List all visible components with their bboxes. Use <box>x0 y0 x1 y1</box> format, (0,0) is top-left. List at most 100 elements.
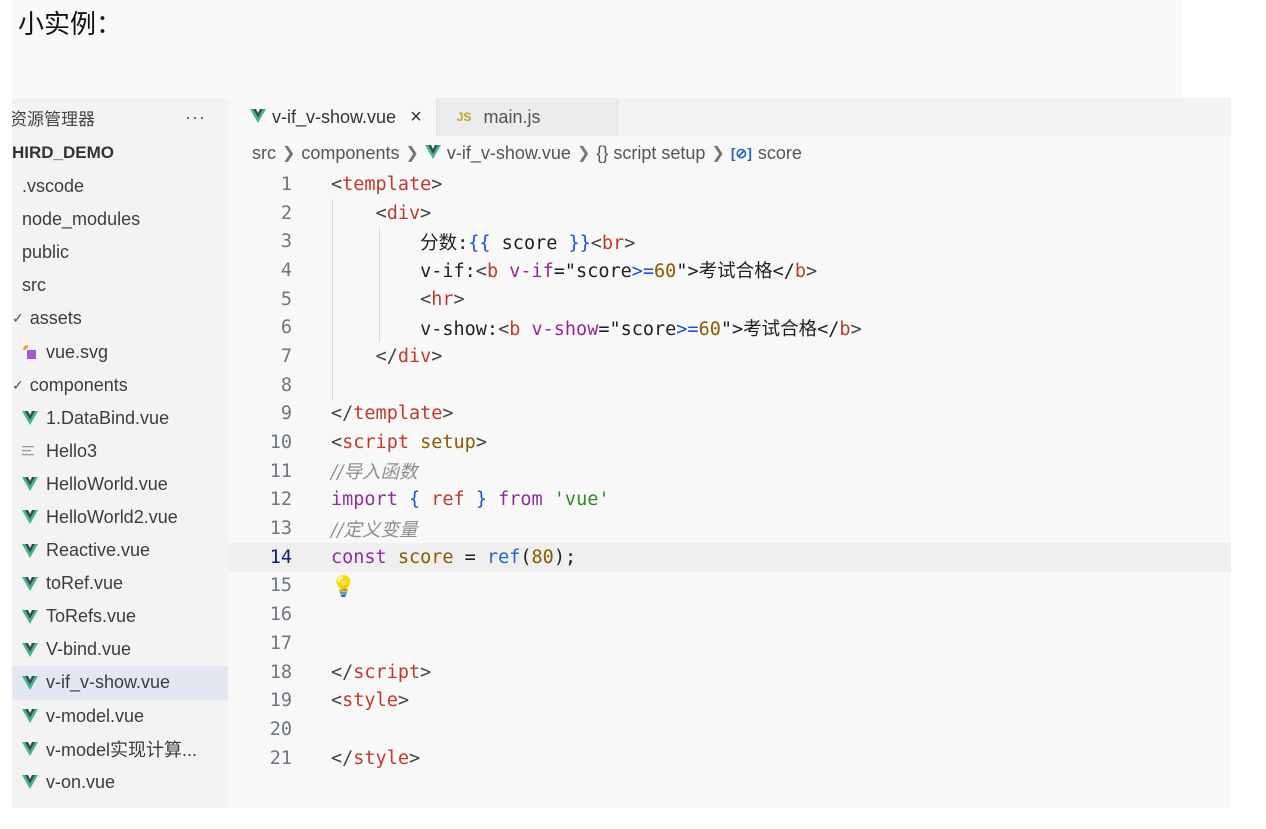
code-line[interactable]: 2 <div> <box>228 199 1231 228</box>
code-token: </ <box>375 345 398 367</box>
breadcrumb-components[interactable]: components <box>301 143 399 164</box>
code-token: > <box>475 432 487 454</box>
vue-file-icon <box>22 510 44 525</box>
tree-item-torefs-vue[interactable]: ToRefs.vue <box>12 600 228 633</box>
code-editor[interactable]: 1 <template> 2 <div> 3 分数:{{ score }}<br> 4 … <box>228 170 1231 772</box>
tree-item-hello3[interactable]: Hello3 <box>12 435 228 468</box>
code-line[interactable]: 3 分数:{{ score }}<br> <box>228 227 1231 256</box>
tree-item-v-on-vue[interactable]: v-on.vue <box>12 766 228 799</box>
code-line[interactable]: 14 const score = ref(80); <box>228 542 1231 572</box>
code-line[interactable]: 18 </script> <box>228 658 1231 687</box>
tree-item-label: Hello3 <box>46 440 98 461</box>
tree-item-v-bind-vue[interactable]: V-bind.vue <box>12 633 228 666</box>
code-token: < <box>420 288 432 310</box>
close-tab-icon[interactable]: × <box>410 106 422 129</box>
code-line[interactable]: 19 <style> <box>228 686 1231 715</box>
code-line[interactable]: 9 </template> <box>228 400 1231 429</box>
code-token: b <box>794 261 807 283</box>
code-line[interactable]: 12 import { ref } from 'vue' <box>228 486 1231 515</box>
tree-item-label: v-model实现计算... <box>46 740 198 761</box>
tree-item-vue-svg[interactable]: vue.svg <box>12 335 228 368</box>
code-text: <script setup> <box>331 432 487 453</box>
code-line[interactable]: 6 v-show:<b v-show="score>=60">考试合格</b> <box>228 313 1231 342</box>
code-line[interactable]: 5 <hr> <box>228 285 1231 314</box>
tree-item-v-if-v-show-vue[interactable]: v-if_v-show.vue <box>12 666 228 700</box>
code-token: ="score <box>553 261 632 283</box>
code-token: v-show <box>531 318 599 340</box>
tree-item-label: .vscode <box>22 176 85 197</box>
tree-item-node-modules[interactable]: node_modules <box>12 203 228 236</box>
tree-item-label: node_modules <box>22 209 141 230</box>
code-token: 60 <box>654 261 677 283</box>
code-token: < <box>375 202 387 224</box>
code-token: script <box>342 432 409 454</box>
tree-item-helloworld-vue[interactable]: HelloWorld.vue <box>12 468 228 501</box>
code-token: ( <box>520 546 532 568</box>
explorer-header: 资源管理器 ··· <box>12 98 228 136</box>
code-line[interactable]: 8 <box>228 371 1231 400</box>
code-text: const score = ref(80); <box>331 547 576 568</box>
line-number: 12 <box>269 489 292 511</box>
breadcrumb-src[interactable]: src <box>252 143 276 164</box>
vue-file-icon <box>22 609 44 624</box>
breadcrumb-symbol[interactable]: score <box>758 143 802 164</box>
tree-item-label: public <box>22 242 70 263</box>
code-token: < <box>590 232 602 254</box>
tree-item-public[interactable]: public <box>12 236 228 269</box>
code-line[interactable]: 7 </div> <box>228 342 1231 371</box>
code-token: > <box>806 261 818 283</box>
code-line[interactable]: 16 <box>228 600 1231 629</box>
vue-file-icon <box>22 411 44 426</box>
tree-item-label: v-if_v-show.vue <box>46 672 171 693</box>
code-text: v-if:<b v-if="score>=60">考试合格</b> <box>331 257 817 283</box>
tree-item-1-databind-vue[interactable]: 1.DataBind.vue <box>12 402 228 435</box>
tree-item-src[interactable]: src <box>12 269 228 302</box>
more-actions-icon[interactable]: ··· <box>185 107 206 128</box>
line-number: 16 <box>269 604 292 626</box>
code-line[interactable]: 15 💡 <box>228 572 1231 601</box>
lightbulb-icon[interactable]: 💡 <box>331 574 356 598</box>
line-number: 14 <box>269 546 292 568</box>
code-token: < <box>331 690 343 712</box>
code-text: 💡 <box>331 574 356 598</box>
code-token: hr <box>431 288 454 310</box>
tab-main-js[interactable]: JS main.js <box>435 98 618 136</box>
tree-item-reactive-vue[interactable]: Reactive.vue <box>12 534 228 567</box>
breadcrumb-file[interactable]: v-if_v-show.vue <box>447 143 571 164</box>
line-number: 17 <box>269 632 292 654</box>
line-number: 20 <box>269 718 292 740</box>
code-token: < <box>331 173 343 195</box>
breadcrumb: src ❯ components ❯ v-if_v-show.vue ❯ {} … <box>228 136 1231 170</box>
tree-item-helloworld2-vue[interactable]: HelloWorld2.vue <box>12 501 228 534</box>
code-line[interactable]: 21 </style> <box>228 744 1231 773</box>
vue-file-icon <box>424 143 441 164</box>
code-line[interactable]: 17 <box>228 629 1231 658</box>
tree-item-toref-vue[interactable]: toRef.vue <box>12 567 228 600</box>
tree-item-v-model-[interactable]: v-model实现计算... <box>12 733 228 766</box>
code-line[interactable]: 20 <box>228 715 1231 744</box>
code-line[interactable]: 11 //导入函数 <box>228 457 1231 486</box>
tree-item-v-model-vue[interactable]: v-model.vue <box>12 700 228 733</box>
code-line[interactable]: 10 <script setup> <box>228 428 1231 457</box>
tree-item-label: v-model.vue <box>46 705 145 726</box>
code-token: > <box>397 690 409 712</box>
tree-item--vscode[interactable]: .vscode <box>12 170 228 203</box>
breadcrumb-script-setup[interactable]: {} script setup <box>596 143 705 164</box>
line-number: 13 <box>269 518 292 540</box>
code-token: //定义变量 <box>331 519 418 541</box>
project-root[interactable]: HIRD_DEMO <box>12 136 228 170</box>
code-token: const <box>331 546 387 568</box>
code-line[interactable]: 1 <template> <box>228 170 1231 199</box>
variable-symbol-icon: [⊘] <box>730 144 752 161</box>
code-token: }} <box>568 232 591 254</box>
tab-v-if-v-show[interactable]: v-if_v-show.vue × <box>228 98 436 136</box>
code-line[interactable]: 13 //定义变量 <box>228 514 1231 543</box>
js-file-icon: JS <box>456 110 472 124</box>
tree-item-assets[interactable]: ✓ assets <box>12 302 228 335</box>
code-line[interactable]: 4 v-if:<b v-if="score>=60">考试合格</b> <box>228 256 1231 285</box>
tree-item-components[interactable]: ✓ components <box>12 369 228 402</box>
